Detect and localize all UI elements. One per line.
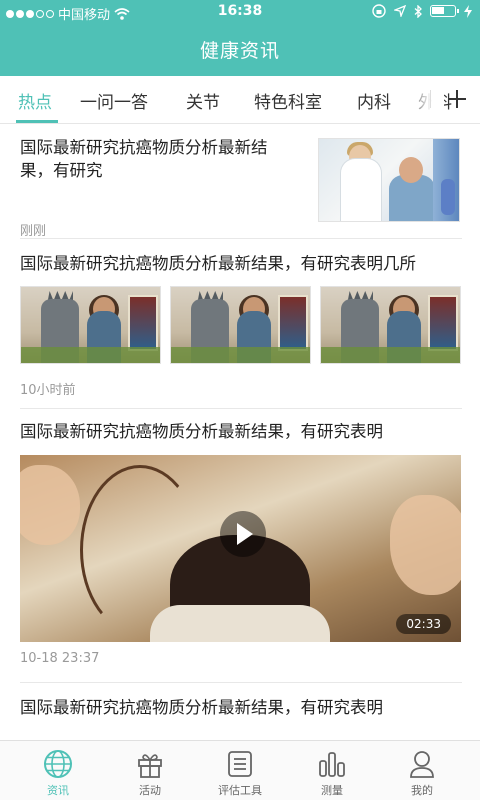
- bluetooth-icon: [414, 4, 422, 18]
- list-icon: [228, 751, 252, 777]
- tab-hot[interactable]: 热点: [18, 88, 52, 113]
- status-right: [372, 4, 472, 18]
- play-icon[interactable]: [220, 511, 266, 557]
- gift-icon: [138, 754, 162, 778]
- nav-label: 活动: [139, 784, 161, 797]
- article-title: 国际最新研究抗癌物质分析最新结果，有研究表明: [20, 698, 383, 717]
- tab-joints[interactable]: 关节: [186, 88, 220, 113]
- divider: [20, 238, 462, 239]
- top-bar: 中国移动 16:38 健康资讯: [0, 0, 480, 76]
- list-item[interactable]: 国际最新研究抗癌物质分析最新结果，有研究 刚刚: [20, 136, 462, 239]
- list-item[interactable]: 国际最新研究抗癌物质分析最新结果，有研究表明 02:33 10-18 23:37: [20, 420, 462, 674]
- nav-measure[interactable]: 测量: [284, 741, 380, 800]
- tab-qa[interactable]: 一问一答: [80, 88, 148, 113]
- nav-label: 测量: [321, 784, 343, 797]
- video-thumbnail[interactable]: 02:33: [20, 455, 461, 642]
- page-title: 健康资讯: [199, 40, 280, 62]
- article-image: [170, 286, 311, 364]
- divider: [20, 682, 462, 683]
- list-item[interactable]: 国际最新研究抗癌物质分析最新结果，有研究表明: [20, 696, 462, 736]
- divider: [20, 408, 462, 409]
- list-item[interactable]: 国际最新研究抗癌物质分析最新结果，有研究表明几所 10小时前: [20, 252, 462, 402]
- article-time: 10-18 23:37: [20, 651, 100, 666]
- tab-departments[interactable]: 特色科室: [254, 88, 322, 113]
- category-tabs: 热点 一问一答 关节 特色科室 内科 外科: [0, 76, 480, 124]
- tab-internal-medicine[interactable]: 内科: [357, 88, 391, 113]
- article-image: [320, 286, 461, 364]
- user-icon: [410, 751, 434, 778]
- nav-label: 我的: [411, 784, 433, 797]
- nav-activities[interactable]: 活动: [102, 741, 198, 800]
- add-tab-plus-icon[interactable]: [442, 84, 472, 114]
- charging-icon: [464, 4, 472, 18]
- status-bar: 中国移动 16:38: [0, 0, 480, 24]
- tabs-separator: [430, 90, 431, 108]
- video-duration: 02:33: [396, 614, 451, 634]
- location-icon: [394, 5, 406, 17]
- article-image: [20, 286, 161, 364]
- article-title: 国际最新研究抗癌物质分析最新结果，有研究表明: [20, 422, 383, 441]
- nav-label: 资讯: [47, 784, 69, 797]
- nav-profile[interactable]: 我的: [374, 741, 470, 800]
- article-time: 10小时前: [20, 383, 76, 398]
- article-thumbnail: [318, 138, 460, 222]
- active-tab-indicator: [16, 120, 58, 123]
- tabs-fade: [404, 76, 444, 122]
- battery-icon: [430, 5, 459, 17]
- bar-chart-icon: [319, 752, 345, 777]
- article-title: 国际最新研究抗癌物质分析最新结果，有研究表明几所: [20, 254, 416, 273]
- article-time: 刚刚: [20, 224, 47, 239]
- globe-icon: [44, 750, 72, 778]
- article-title: 国际最新研究抗癌物质分析最新结果，有研究: [20, 138, 268, 180]
- nav-assessment-tools[interactable]: 评估工具: [192, 741, 288, 800]
- rotation-lock-icon: [372, 4, 386, 18]
- nav-news[interactable]: 资讯: [10, 741, 106, 800]
- bottom-nav: 资讯 活动 评估工具 测量 我的: [0, 740, 480, 800]
- nav-label: 评估工具: [218, 784, 262, 797]
